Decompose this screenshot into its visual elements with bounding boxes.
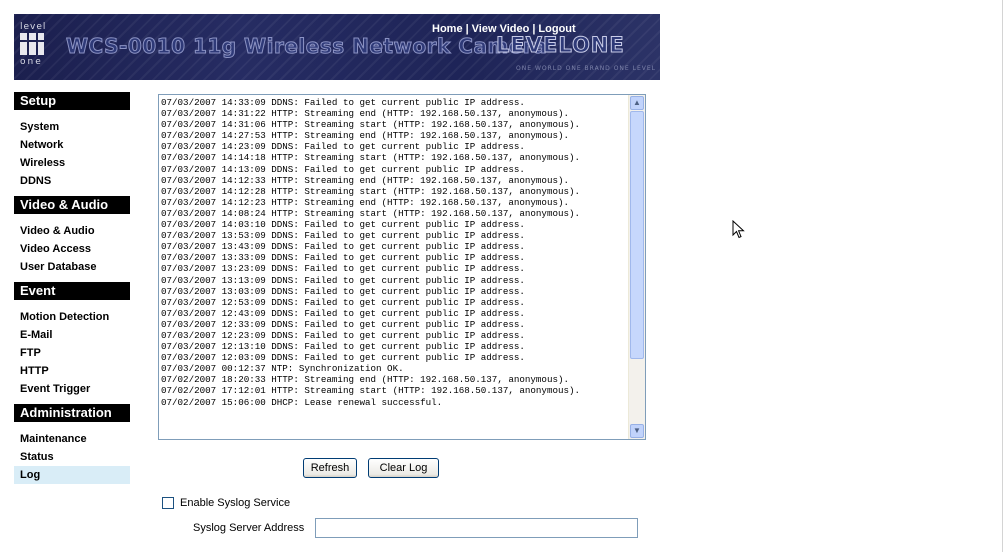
link-separator: | <box>465 23 469 35</box>
sidebar-item-ddns[interactable]: DDNS <box>14 172 130 190</box>
window-edge <box>1002 0 1003 552</box>
log-line: 07/03/2007 14:31:22 HTTP: Streaming end … <box>161 108 569 120</box>
log-line: 07/03/2007 14:31:06 HTTP: Streaming star… <box>161 119 581 131</box>
sidebar-item-http[interactable]: HTTP <box>14 362 130 380</box>
mouse-cursor-icon <box>732 220 745 239</box>
log-line: 07/03/2007 14:12:23 HTTP: Streaming end … <box>161 196 569 208</box>
sidebar-item-maintenance[interactable]: Maintenance <box>14 430 130 448</box>
log-line: 07/03/2007 12:23:09 DDNS: Failed to get … <box>161 329 525 341</box>
log-line: 07/03/2007 14:13:09 DDNS: Failed to get … <box>161 163 525 175</box>
sidebar-section-event: Event <box>14 282 130 300</box>
log-line: 07/03/2007 13:13:09 DDNS: Failed to get … <box>161 274 525 286</box>
logo-bottom-text: one <box>20 57 43 67</box>
clear-log-button[interactable]: Clear Log <box>368 458 439 478</box>
log-line: 07/03/2007 14:14:18 HTTP: Streaming star… <box>161 152 581 164</box>
log-line: 07/03/2007 14:23:09 DDNS: Failed to get … <box>161 141 525 153</box>
logo-grid-icon <box>20 33 44 55</box>
top-navigation: Home | View Video | Logout <box>432 23 576 35</box>
log-line: 07/02/2007 15:06:00 DHCP: Lease renewal … <box>161 396 443 408</box>
log-line: 07/03/2007 12:33:09 DDNS: Failed to get … <box>161 318 525 330</box>
log-line: 07/03/2007 14:33:09 DDNS: Failed to get … <box>161 97 525 108</box>
brand-wordmark: LEVELONE <box>496 33 625 58</box>
logo-top-text: level <box>20 22 47 32</box>
product-title: WCS-0010 11g Wireless Network Camera <box>65 34 548 59</box>
log-line: 07/03/2007 13:53:09 DDNS: Failed to get … <box>161 230 525 242</box>
log-line: 07/03/2007 12:13:10 DDNS: Failed to get … <box>161 341 525 353</box>
view-video-link[interactable]: View Video <box>472 23 530 35</box>
log-line: 07/03/2007 13:33:09 DDNS: Failed to get … <box>161 252 525 264</box>
sidebar-item-video-access[interactable]: Video Access <box>14 240 130 258</box>
sidebar-item-log[interactable]: Log <box>14 466 130 484</box>
log-line: 07/03/2007 14:03:10 DDNS: Failed to get … <box>161 219 525 231</box>
scroll-up-icon[interactable]: ▲ <box>630 96 644 110</box>
sidebar-item-system[interactable]: System <box>14 118 130 136</box>
sidebar-item-video-audio[interactable]: Video & Audio <box>14 222 130 240</box>
log-content: 07/03/2007 14:33:09 DDNS: Failed to get … <box>161 97 627 437</box>
log-line: 07/03/2007 14:12:33 HTTP: Streaming end … <box>161 174 569 186</box>
sidebar-item-event-trigger[interactable]: Event Trigger <box>14 380 130 398</box>
syslog-server-label: Syslog Server Address <box>193 522 305 534</box>
levelone-logo: level one <box>20 22 46 68</box>
header-banner: level one WCS-0010 11g Wireless Network … <box>14 14 660 80</box>
brand-slogan: ONE WORLD ONE BRAND ONE LEVEL <box>516 65 656 72</box>
log-line: 07/03/2007 13:03:09 DDNS: Failed to get … <box>161 285 525 297</box>
sidebar-item-wireless[interactable]: Wireless <box>14 154 130 172</box>
sidebar-item-network[interactable]: Network <box>14 136 130 154</box>
sidebar-section-setup: Setup <box>14 92 130 110</box>
log-line: 07/03/2007 12:53:09 DDNS: Failed to get … <box>161 296 525 308</box>
scroll-down-icon[interactable]: ▼ <box>630 424 644 438</box>
log-line: 07/03/2007 12:43:09 DDNS: Failed to get … <box>161 307 525 319</box>
log-textarea[interactable]: 07/03/2007 14:33:09 DDNS: Failed to get … <box>158 94 646 440</box>
sidebar-item-motion-detection[interactable]: Motion Detection <box>14 308 130 326</box>
log-line: 07/03/2007 14:27:53 HTTP: Streaming end … <box>161 130 569 142</box>
log-line: 07/03/2007 14:12:28 HTTP: Streaming star… <box>161 185 581 197</box>
scroll-thumb[interactable] <box>630 111 644 359</box>
sidebar-section-administration: Administration <box>14 404 130 422</box>
log-line: 07/02/2007 18:20:33 HTTP: Streaming end … <box>161 374 569 386</box>
home-link[interactable]: Home <box>432 23 463 35</box>
logout-link[interactable]: Logout <box>538 23 575 35</box>
sidebar-section-video-audio: Video & Audio <box>14 196 130 214</box>
sidebar: Setup System Network Wireless DDNS Video… <box>14 92 130 484</box>
log-line: 07/03/2007 13:23:09 DDNS: Failed to get … <box>161 263 525 275</box>
log-line: 07/02/2007 17:12:01 HTTP: Streaming star… <box>161 385 581 397</box>
syslog-server-input[interactable] <box>315 518 638 538</box>
log-line: 07/03/2007 00:12:37 NTP: Synchronization… <box>161 363 404 375</box>
link-separator: | <box>532 23 536 35</box>
log-line: 07/03/2007 12:03:09 DDNS: Failed to get … <box>161 352 525 364</box>
sidebar-item-ftp[interactable]: FTP <box>14 344 130 362</box>
enable-syslog-checkbox[interactable] <box>162 497 174 509</box>
sidebar-item-email[interactable]: E-Mail <box>14 326 130 344</box>
sidebar-item-user-database[interactable]: User Database <box>14 258 130 276</box>
log-line: 07/03/2007 13:43:09 DDNS: Failed to get … <box>161 241 525 253</box>
log-scrollbar[interactable]: ▲ ▼ <box>628 95 645 439</box>
sidebar-item-status[interactable]: Status <box>14 448 130 466</box>
refresh-button[interactable]: Refresh <box>303 458 357 478</box>
log-line: 07/03/2007 14:08:24 HTTP: Streaming star… <box>161 207 581 219</box>
enable-syslog-label: Enable Syslog Service <box>180 497 291 509</box>
